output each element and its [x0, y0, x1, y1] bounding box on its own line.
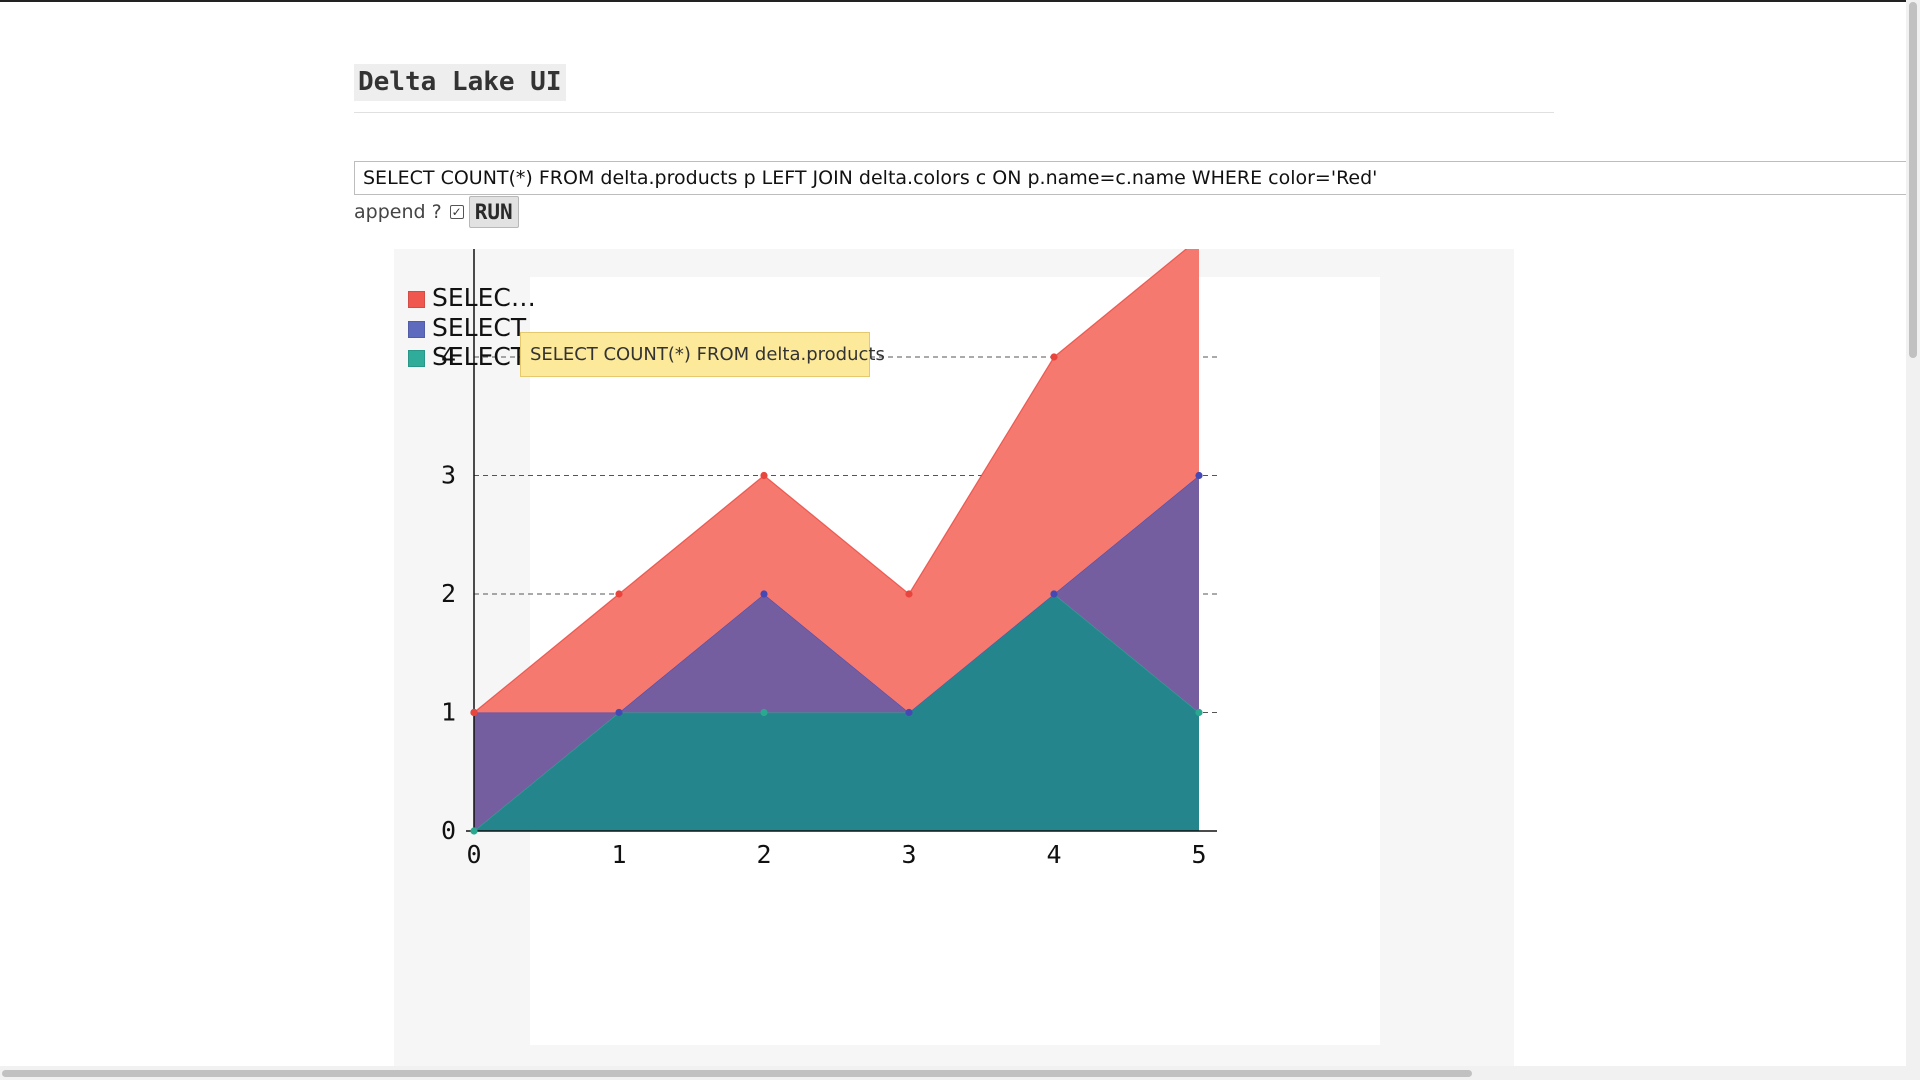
run-button[interactable]: RUN: [468, 196, 519, 228]
append-label: append ?: [354, 201, 442, 223]
y-tick-label: 3: [441, 461, 456, 490]
x-tick-label: 4: [1046, 840, 1061, 869]
data-point: [1195, 708, 1203, 717]
x-tick-label: 1: [611, 840, 626, 869]
data-point: [760, 708, 768, 717]
y-tick-label: 2: [441, 579, 456, 608]
legend-swatch: [408, 320, 425, 338]
data-point: [1195, 471, 1203, 480]
y-tick-label: 0: [441, 816, 456, 845]
horizontal-scrollbar-thumb[interactable]: [2, 1070, 1472, 1077]
data-point: [905, 708, 913, 717]
data-point: [1050, 353, 1058, 361]
legend-swatch: [408, 291, 425, 308]
data-point: [760, 590, 768, 598]
query-input[interactable]: [354, 161, 1920, 195]
legend-swatch: [408, 350, 425, 367]
data-point: [905, 590, 913, 598]
x-tick-label: 0: [466, 840, 481, 869]
x-tick-label: 3: [901, 840, 916, 869]
x-tick-label: 2: [756, 840, 771, 869]
page-title: Delta Lake UI: [354, 64, 566, 101]
append-row: append ? ✓ RUN: [354, 196, 519, 228]
x-tick-label: 5: [1191, 840, 1206, 869]
series-tooltip: SELECT COUNT(*) FROM delta.products: [520, 332, 885, 377]
title-divider: [354, 112, 1554, 113]
vertical-scrollbar[interactable]: [1906, 0, 1920, 1080]
append-checkbox[interactable]: ✓: [449, 205, 464, 219]
data-point: [760, 471, 768, 480]
data-point: [470, 827, 478, 835]
legend-label: SELECT…: [432, 283, 550, 312]
data-point: [615, 590, 623, 598]
y-tick-label: 5: [441, 249, 456, 253]
vertical-scrollbar-thumb[interactable]: [1909, 2, 1917, 358]
horizontal-scrollbar[interactable]: [0, 1066, 1906, 1080]
data-point: [615, 708, 623, 717]
data-point: [470, 708, 478, 717]
data-point: [1050, 590, 1058, 598]
window-top-border: [0, 0, 1920, 2]
y-tick-label: 1: [441, 698, 456, 727]
